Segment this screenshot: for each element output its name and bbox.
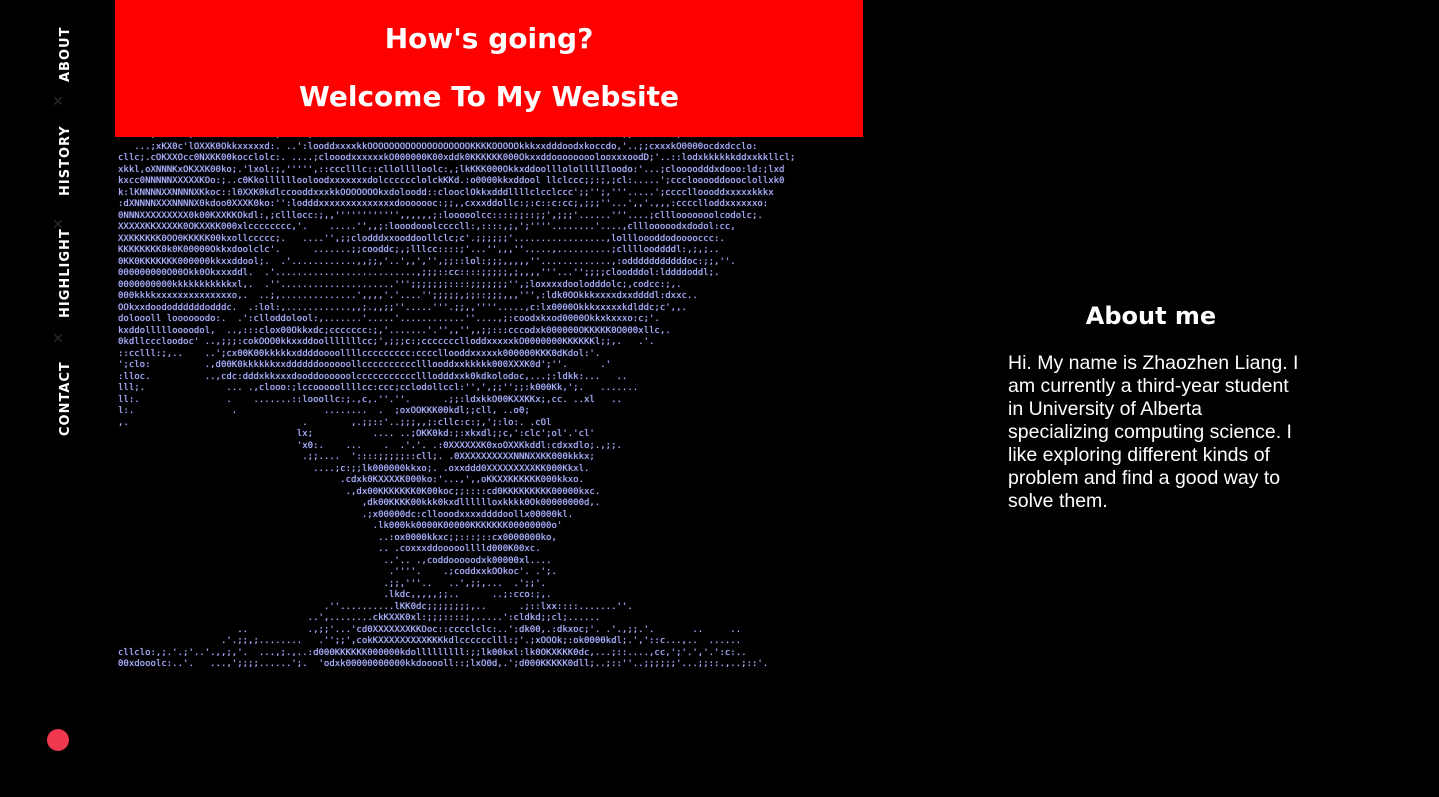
about-text: Hi. My name is Zhaozhen Liang. I am curr… — [1008, 352, 1299, 512]
welcome-heading: Welcome To My Website — [298, 80, 679, 113]
about-title: About me — [1085, 302, 1217, 330]
nav-separator-icon: ✕ — [52, 331, 64, 347]
nav-indicator-dot[interactable] — [47, 729, 69, 751]
page: ABOUT ✕ HISTORY ✕ HIGHLIGHT ✕ CONTACT ,k… — [0, 0, 1439, 797]
nav-contact[interactable]: CONTACT — [58, 361, 73, 436]
hero: ,kXX0:.;KXKxoooxxxxxxxo, ...,oodxxxkkkkk… — [115, 0, 863, 797]
welcome-banner: How's going? Welcome To My Website — [115, 0, 863, 137]
nav-highlight[interactable]: HIGHLIGHT — [58, 228, 73, 318]
nav-separator-icon: ✕ — [52, 94, 64, 110]
nav-about[interactable]: ABOUT — [58, 27, 73, 82]
ascii-art-portrait-image: ,kXX0:.;KXKxoooxxxxxxxo, ...,oodxxxkkkkk… — [118, 130, 796, 669]
nav-history[interactable]: HISTORY — [58, 125, 73, 196]
side-nav: ABOUT ✕ HISTORY ✕ HIGHLIGHT ✕ CONTACT — [0, 0, 115, 797]
greeting-heading: How's going? — [384, 22, 594, 55]
